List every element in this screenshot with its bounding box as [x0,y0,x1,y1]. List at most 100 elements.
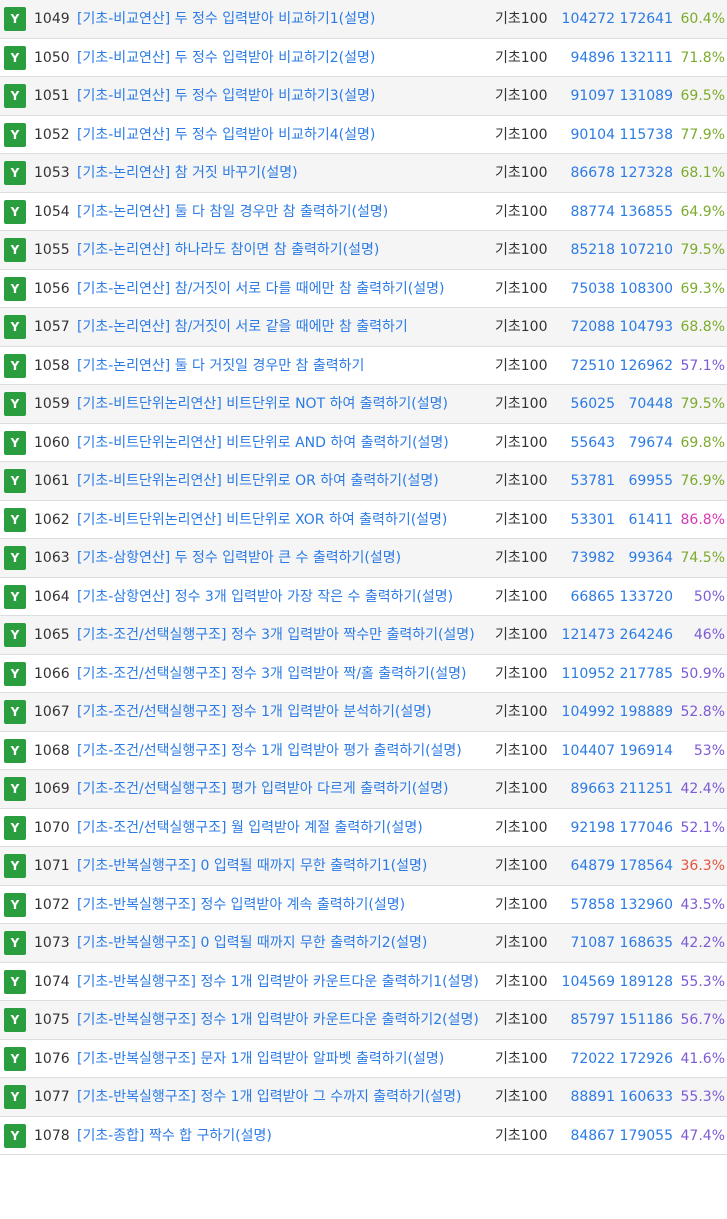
problem-title-link[interactable]: [기초-조건/선택실행구조] 정수 1개 입력받아 평가 출력하기(설명) [77,743,462,759]
table-row[interactable]: Y 1052 [기초-비교연산] 두 정수 입력받아 비교하기4(설명) 기초100 9… [0,115,727,154]
table-row[interactable]: Y 1066 [기초-조건/선택실행구조] 정수 3개 입력받아 짝/홀 출력하기(… [0,654,727,693]
problem-title-link[interactable]: [기초-논리연산] 하나라도 참이면 참 출력하기(설명) [77,242,379,258]
problem-title-link[interactable]: [기초-반복실행구조] 0 입력될 때까지 무한 출력하기2(설명) [77,935,427,951]
problem-title-link[interactable]: [기초-반복실행구조] 0 입력될 때까지 무한 출력하기1(설명) [77,858,427,874]
table-row[interactable]: Y 1050 [기초-비교연산] 두 정수 입력받아 비교하기2(설명) 기초100 9… [0,38,727,77]
solved-count-link[interactable]: 86678 [557,153,615,193]
problem-title-link[interactable]: [기초-비교연산] 두 정수 입력받아 비교하기2(설명) [77,50,375,66]
table-row[interactable]: Y 1062 [기초-비트단위논리연산] 비트단위로 XOR 하여 출력하기(설명)… [0,500,727,539]
solved-count-link[interactable]: 56025 [557,384,615,424]
table-row[interactable]: Y 1068 [기초-조건/선택실행구조] 정수 1개 입력받아 평가 출력하기(설… [0,731,727,770]
solved-count-link[interactable]: 53301 [557,500,615,539]
problem-title-link[interactable]: [기초-논리연산] 참 거짓 바꾸기(설명) [77,165,298,181]
problem-title-link[interactable]: [기초-삼항연산] 정수 3개 입력받아 가장 작은 수 출력하기(설명) [77,589,453,605]
problem-title-link[interactable]: [기초-반복실행구조] 정수 1개 입력받아 카운트다운 출력하기2(설명) [77,1012,479,1028]
problem-title-link[interactable]: [기초-조건/선택실행구조] 정수 1개 입력받아 분석하기(설명) [77,704,432,720]
submission-count-link[interactable]: 61411 [615,500,675,539]
table-row[interactable]: Y 1060 [기초-비트단위논리연산] 비트단위로 AND 하여 출력하기(설명)… [0,423,727,462]
submission-count-link[interactable]: 172641 [615,0,675,39]
solved-count-link[interactable]: 89663 [557,769,615,809]
solved-count-link[interactable]: 110952 [557,654,615,693]
solved-count-link[interactable]: 104992 [557,692,615,732]
problem-title-link[interactable]: [기초-조건/선택실행구조] 정수 3개 입력받아 짝/홀 출력하기(설명) [77,666,467,682]
table-row[interactable]: Y 1055 [기초-논리연산] 하나라도 참이면 참 출력하기(설명) 기초100 8… [0,230,727,270]
table-row[interactable]: Y 1063 [기초-삼항연산] 두 정수 입력받아 큰 수 출력하기(설명) 기초1… [0,538,727,578]
solved-count-link[interactable]: 104272 [557,0,615,39]
problem-title-link[interactable]: [기초-비트단위논리연산] 비트단위로 AND 하여 출력하기(설명) [77,435,449,451]
submission-count-link[interactable]: 126962 [615,346,675,385]
submission-count-link[interactable]: 107210 [615,230,675,270]
problem-title-link[interactable]: [기초-비교연산] 두 정수 입력받아 비교하기4(설명) [77,127,375,143]
table-row[interactable]: Y 1077 [기초-반복실행구조] 정수 1개 입력받아 그 수까지 출력하기(설… [0,1077,727,1117]
submission-count-link[interactable]: 69955 [615,461,675,501]
submission-count-link[interactable]: 217785 [615,654,675,693]
submission-count-link[interactable]: 179055 [615,1116,675,1155]
solved-count-link[interactable]: 75038 [557,269,615,308]
table-row[interactable]: Y 1057 [기초-논리연산] 참/거짓이 서로 같을 때에만 참 출력하기 기초1… [0,307,727,347]
problem-title-link[interactable]: [기초-비트단위논리연산] 비트단위로 OR 하여 출력하기(설명) [77,473,439,489]
solved-count-link[interactable]: 104407 [557,731,615,770]
problem-title-link[interactable]: [기초-논리연산] 둘 다 거짓일 경우만 참 출력하기 [77,358,364,374]
table-row[interactable]: Y 1054 [기초-논리연산] 둘 다 참일 경우만 참 출력하기(설명) 기초10… [0,192,727,231]
table-row[interactable]: Y 1056 [기초-논리연산] 참/거짓이 서로 다를 때에만 참 출력하기(설명… [0,269,727,308]
submission-count-link[interactable]: 211251 [615,769,675,809]
submission-count-link[interactable]: 127328 [615,153,675,193]
solved-count-link[interactable]: 88774 [557,192,615,231]
solved-count-link[interactable]: 72022 [557,1039,615,1078]
table-row[interactable]: Y 1065 [기초-조건/선택실행구조] 정수 3개 입력받아 짝수만 출력하기(… [0,615,727,655]
problem-title-link[interactable]: [기초-반복실행구조] 문자 1개 입력받아 알파벳 출력하기(설명) [77,1051,444,1067]
solved-count-link[interactable]: 72088 [557,307,615,347]
solved-count-link[interactable]: 104569 [557,962,615,1001]
solved-count-link[interactable]: 94896 [557,38,615,77]
problem-title-link[interactable]: [기초-반복실행구조] 정수 입력받아 계속 출력하기(설명) [77,897,405,913]
problem-title-link[interactable]: [기초-조건/선택실행구조] 평가 입력받아 다르게 출력하기(설명) [77,781,448,797]
problem-title-link[interactable]: [기초-논리연산] 둘 다 참일 경우만 참 출력하기(설명) [77,204,388,220]
solved-count-link[interactable]: 73982 [557,538,615,578]
table-row[interactable]: Y 1059 [기초-비트단위논리연산] 비트단위로 NOT 하여 출력하기(설명)… [0,384,727,424]
submission-count-link[interactable]: 172926 [615,1039,675,1078]
problem-title-link[interactable]: [기초-비트단위논리연산] 비트단위로 XOR 하여 출력하기(설명) [77,512,447,528]
problem-title-link[interactable]: [기초-조건/선택실행구조] 월 입력받아 계절 출력하기(설명) [77,820,423,836]
table-row[interactable]: Y 1058 [기초-논리연산] 둘 다 거짓일 경우만 참 출력하기 기초100 72… [0,346,727,385]
submission-count-link[interactable]: 70448 [615,384,675,424]
solved-count-link[interactable]: 57858 [557,885,615,924]
solved-count-link[interactable]: 85797 [557,1000,615,1040]
problem-title-link[interactable]: [기초-논리연산] 참/거짓이 서로 다를 때에만 참 출력하기(설명) [77,281,444,297]
submission-count-link[interactable]: 132111 [615,38,675,77]
submission-count-link[interactable]: 99364 [615,538,675,578]
table-row[interactable]: Y 1064 [기초-삼항연산] 정수 3개 입력받아 가장 작은 수 출력하기(설… [0,577,727,616]
table-row[interactable]: Y 1071 [기초-반복실행구조] 0 입력될 때까지 무한 출력하기1(설명) 기… [0,846,727,886]
problem-title-link[interactable]: [기초-비교연산] 두 정수 입력받아 비교하기1(설명) [77,11,375,27]
submission-count-link[interactable]: 178564 [615,846,675,886]
table-row[interactable]: Y 1073 [기초-반복실행구조] 0 입력될 때까지 무한 출력하기2(설명) 기… [0,923,727,963]
submission-count-link[interactable]: 151186 [615,1000,675,1040]
submission-count-link[interactable]: 104793 [615,307,675,347]
submission-count-link[interactable]: 132960 [615,885,675,924]
submission-count-link[interactable]: 115738 [615,115,675,154]
submission-count-link[interactable]: 160633 [615,1077,675,1117]
problem-title-link[interactable]: [기초-조건/선택실행구조] 정수 3개 입력받아 짝수만 출력하기(설명) [77,627,475,643]
solved-count-link[interactable]: 66865 [557,577,615,616]
problem-title-link[interactable]: [기초-비교연산] 두 정수 입력받아 비교하기3(설명) [77,88,375,104]
submission-count-link[interactable]: 264246 [615,615,675,655]
submission-count-link[interactable]: 133720 [615,577,675,616]
table-row[interactable]: Y 1049 [기초-비교연산] 두 정수 입력받아 비교하기1(설명) 기초100 1… [0,0,727,39]
submission-count-link[interactable]: 198889 [615,692,675,732]
table-row[interactable]: Y 1069 [기초-조건/선택실행구조] 평가 입력받아 다르게 출력하기(설명)… [0,769,727,809]
problem-title-link[interactable]: [기초-종합] 짝수 합 구하기(설명) [77,1128,272,1144]
solved-count-link[interactable]: 88891 [557,1077,615,1117]
submission-count-link[interactable]: 189128 [615,962,675,1001]
submission-count-link[interactable]: 168635 [615,923,675,963]
solved-count-link[interactable]: 91097 [557,76,615,116]
table-row[interactable]: Y 1078 [기초-종합] 짝수 합 구하기(설명) 기초100 84867 17905… [0,1116,727,1155]
solved-count-link[interactable]: 64879 [557,846,615,886]
submission-count-link[interactable]: 108300 [615,269,675,308]
solved-count-link[interactable]: 71087 [557,923,615,963]
table-row[interactable]: Y 1067 [기초-조건/선택실행구조] 정수 1개 입력받아 분석하기(설명) 기… [0,692,727,732]
solved-count-link[interactable]: 55643 [557,423,615,462]
solved-count-link[interactable]: 121473 [557,615,615,655]
problem-title-link[interactable]: [기초-반복실행구조] 정수 1개 입력받아 카운트다운 출력하기1(설명) [77,974,479,990]
problem-title-link[interactable]: [기초-논리연산] 참/거짓이 서로 같을 때에만 참 출력하기 [77,319,408,335]
table-row[interactable]: Y 1051 [기초-비교연산] 두 정수 입력받아 비교하기3(설명) 기초100 9… [0,76,727,116]
table-row[interactable]: Y 1070 [기초-조건/선택실행구조] 월 입력받아 계절 출력하기(설명) 기초… [0,808,727,847]
